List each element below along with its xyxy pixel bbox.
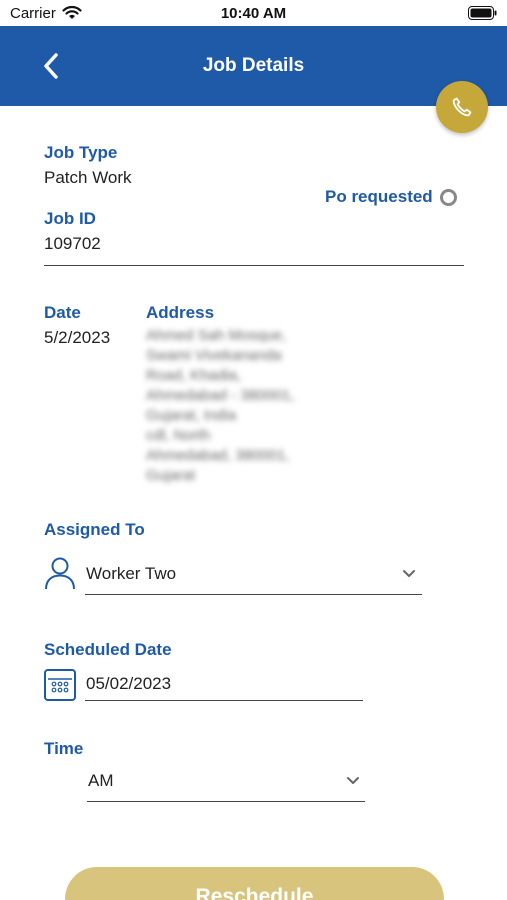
divider	[44, 265, 464, 266]
battery-icon	[468, 6, 497, 20]
date-label: Date	[44, 303, 81, 322]
assigned-to-dropdown[interactable]: Worker Two	[85, 556, 422, 596]
scheduled-date-value: 05/02/2023	[86, 674, 172, 693]
scheduled-date-underline	[85, 700, 363, 701]
app-header: Job Details	[0, 26, 507, 106]
address-label: Address	[146, 303, 215, 322]
po-requested-toggle[interactable]: Po requested	[325, 187, 457, 207]
po-requested-label: Po requested	[325, 187, 433, 206]
assigned-to-label: Assigned To	[44, 520, 145, 539]
page-title: Job Details	[202, 55, 305, 76]
status-time: 10:40 AM	[220, 5, 287, 22]
assigned-to-underline	[85, 594, 422, 595]
address-line: cdl, North	[146, 427, 211, 444]
scheduled-date-field[interactable]: 05/02/2023	[85, 667, 363, 701]
address-line: Gujarat, India	[146, 407, 237, 424]
status-bar: Carrier 10:40 AM	[0, 0, 507, 26]
address-line: Ahmedabad - 380001,	[146, 387, 295, 404]
chevron-down-icon	[347, 777, 359, 784]
time-dropdown[interactable]: AM	[87, 764, 365, 802]
address-line: Ahmedabad, 380001,	[146, 447, 290, 464]
time-value: AM	[88, 771, 114, 790]
phone-icon	[452, 97, 472, 117]
address-line: Ahmed Sah Mosque,	[146, 327, 287, 344]
date-value: 5/2/2023	[44, 328, 111, 347]
job-id-label: Job ID	[44, 209, 96, 228]
job-type-value: Patch Work	[44, 168, 132, 187]
address-line: Gujarat	[146, 467, 196, 484]
time-label: Time	[44, 739, 84, 758]
assigned-to-value: Worker Two	[86, 564, 177, 583]
job-type-label: Job Type	[44, 143, 118, 162]
address-line: Road, Khadia,	[146, 367, 242, 384]
address-line: Swami Vivekananda	[146, 347, 282, 364]
user-icon	[45, 557, 75, 590]
chevron-down-icon	[403, 570, 415, 577]
reschedule-button[interactable]: Reschedule	[65, 867, 444, 900]
po-requested-radio[interactable]	[439, 188, 457, 206]
call-button[interactable]	[436, 81, 488, 133]
job-id-value: 109702	[44, 234, 101, 253]
scheduled-date-label: Scheduled Date	[44, 640, 172, 659]
calendar-icon[interactable]	[44, 669, 76, 701]
time-underline	[87, 801, 365, 802]
